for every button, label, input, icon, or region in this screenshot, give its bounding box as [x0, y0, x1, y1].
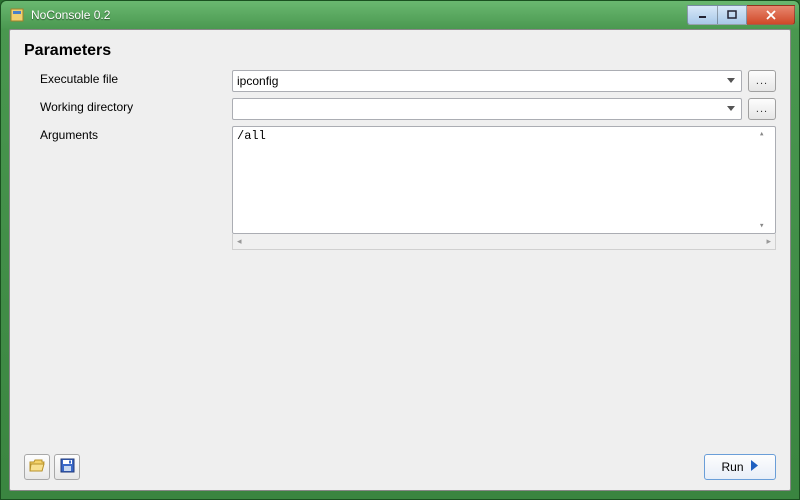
run-label: Run [721, 460, 743, 474]
label-arguments: Arguments [24, 126, 232, 142]
section-header: Parameters [24, 42, 776, 60]
app-window: NoConsole 0.2 Parameters Executable file… [0, 0, 800, 500]
client-area: Parameters Executable file ipconfig ... … [9, 29, 791, 491]
workdir-combo[interactable] [232, 98, 742, 120]
chevron-down-icon [725, 78, 737, 84]
floppy-icon [60, 458, 75, 476]
close-button[interactable] [747, 5, 795, 25]
maximize-button[interactable] [717, 5, 747, 25]
label-executable: Executable file [24, 70, 232, 86]
play-icon [750, 460, 759, 474]
spin-up-icon[interactable]: ▴ [759, 129, 773, 139]
horizontal-scrollbar[interactable]: ◂ ▸ [232, 234, 776, 250]
executable-combo[interactable]: ipconfig [232, 70, 742, 92]
app-icon [9, 7, 25, 23]
titlebar[interactable]: NoConsole 0.2 [1, 1, 799, 29]
save-button[interactable] [54, 454, 80, 480]
minimize-button[interactable] [687, 5, 717, 25]
arguments-textarea[interactable]: /all ▴ ▾ [232, 126, 776, 234]
spin-down-icon[interactable]: ▾ [759, 221, 773, 231]
window-controls [687, 5, 795, 25]
browse-executable-button[interactable]: ... [748, 70, 776, 92]
open-button[interactable] [24, 454, 50, 480]
row-workdir: Working directory ... [24, 98, 776, 120]
arguments-value: /all [237, 129, 266, 143]
scroll-right-icon: ▸ [766, 236, 771, 247]
icon-bar [24, 454, 80, 480]
vertical-scroll-hints: ▴ ▾ [759, 129, 773, 231]
scroll-left-icon: ◂ [237, 236, 242, 247]
bottom-bar: Run [24, 454, 776, 480]
browse-workdir-button[interactable]: ... [748, 98, 776, 120]
row-executable: Executable file ipconfig ... [24, 70, 776, 92]
executable-value: ipconfig [237, 74, 725, 88]
window-title: NoConsole 0.2 [31, 8, 687, 22]
folder-open-icon [29, 459, 45, 476]
row-arguments: Arguments /all ▴ ▾ ◂ ▸ [24, 126, 776, 250]
label-workdir: Working directory [24, 98, 232, 114]
run-button[interactable]: Run [704, 454, 776, 480]
chevron-down-icon [725, 106, 737, 112]
spacer [24, 256, 776, 446]
